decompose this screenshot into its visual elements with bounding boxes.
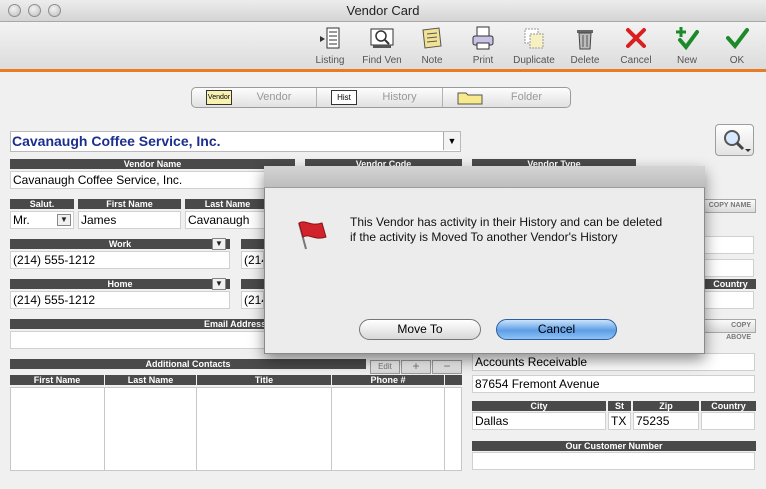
last-name-field[interactable]: Cavanaugh bbox=[185, 211, 270, 229]
cancel-toolbar-button[interactable]: Cancel bbox=[611, 24, 661, 68]
zip-header: Zip bbox=[633, 401, 699, 411]
dialog-title-bar bbox=[264, 166, 705, 188]
contacts-col-spacer bbox=[445, 375, 462, 385]
move-to-button[interactable]: Move To bbox=[359, 319, 481, 340]
dialog-message: This Vendor has activity in their Histor… bbox=[350, 215, 663, 244]
city-header: City bbox=[472, 401, 606, 411]
state-field[interactable]: TX bbox=[608, 412, 631, 430]
work-phone-field[interactable]: (214) 555-1212 bbox=[10, 251, 230, 269]
salutation-header: Salut. bbox=[10, 199, 74, 209]
right-field-1[interactable] bbox=[704, 236, 754, 254]
address-country-field[interactable] bbox=[701, 412, 755, 430]
contacts-col-phone[interactable]: Phone # bbox=[332, 375, 444, 385]
last-name-header: Last Name bbox=[185, 199, 270, 209]
home-phone-header: Home bbox=[10, 279, 230, 289]
contacts-list[interactable] bbox=[10, 387, 462, 471]
new-button[interactable]: New bbox=[662, 24, 712, 68]
note-icon bbox=[422, 27, 442, 49]
home-phone-field[interactable]: (214) 555-1212 bbox=[10, 291, 230, 309]
cancel-button[interactable]: Cancel bbox=[496, 319, 617, 340]
city-field[interactable]: Dallas bbox=[472, 412, 606, 430]
print-icon bbox=[472, 26, 494, 50]
first-name-header: First Name bbox=[78, 199, 181, 209]
duplicate-icon bbox=[524, 28, 544, 49]
tab-folder-label: Folder bbox=[510, 91, 543, 103]
tab-history[interactable]: Hist History bbox=[317, 88, 442, 107]
vendor-title: Cavanaugh Coffee Service, Inc. bbox=[12, 133, 221, 149]
remove-contact-button[interactable]: − bbox=[432, 360, 462, 374]
salutation-chevron-down-icon[interactable]: ▼ bbox=[57, 214, 71, 226]
print-button[interactable]: Print bbox=[458, 24, 508, 68]
duplicate-button[interactable]: Duplicate bbox=[509, 24, 559, 68]
state-header: St bbox=[608, 401, 631, 411]
contacts-col-divider bbox=[331, 387, 332, 471]
find-vendor-icon bbox=[370, 28, 394, 48]
contacts-col-last-name[interactable]: Last Name bbox=[105, 375, 196, 385]
tab-folder[interactable]: Folder bbox=[443, 88, 570, 107]
contacts-col-title[interactable]: Title bbox=[197, 375, 331, 385]
red-x-icon bbox=[626, 28, 646, 48]
customer-number-header: Our Customer Number bbox=[472, 441, 756, 451]
right-field-2[interactable] bbox=[704, 259, 754, 277]
tab-vendor[interactable]: Vendor Vendor bbox=[192, 88, 316, 107]
additional-contacts-header: Additional Contacts bbox=[10, 359, 366, 369]
add-contact-button[interactable]: + bbox=[401, 360, 431, 374]
home-phone2-field[interactable]: (214 bbox=[241, 291, 264, 309]
folder-icon bbox=[457, 92, 483, 105]
work-phone2-header bbox=[241, 239, 264, 249]
contacts-col-divider bbox=[196, 387, 197, 471]
green-plus-check-icon bbox=[676, 27, 699, 50]
red-flag-icon bbox=[298, 221, 327, 250]
toolbar: Listing Find Ven Note Print Duplicate De… bbox=[0, 22, 766, 69]
vendor-name-header: Vendor Name bbox=[10, 159, 295, 169]
country-header: Country bbox=[705, 279, 756, 289]
ok-button[interactable]: OK bbox=[712, 24, 762, 68]
chevron-down-icon[interactable]: ▼ bbox=[443, 132, 460, 150]
work-phone2-field[interactable]: (214 bbox=[241, 251, 264, 269]
delete-button[interactable]: Delete bbox=[560, 24, 610, 68]
magnifier-icon bbox=[724, 130, 751, 152]
listing-button[interactable]: Listing bbox=[305, 24, 355, 68]
alert-dialog bbox=[264, 166, 705, 354]
vendor-tab-icon: Vendor bbox=[206, 90, 232, 105]
zip-field[interactable]: 75235 bbox=[633, 412, 699, 430]
work-phone-header: Work bbox=[10, 239, 230, 249]
tab-strip: Vendor Vendor Hist History Folder bbox=[191, 87, 571, 108]
copy-above-button[interactable]: Copy Above bbox=[704, 319, 756, 341]
address-country-header: Country bbox=[701, 401, 756, 411]
history-tab-icon: Hist bbox=[331, 90, 357, 105]
address-line-1[interactable]: Accounts Receivable bbox=[472, 353, 755, 371]
edit-contact-button[interactable]: Edit bbox=[370, 360, 400, 374]
home-phone2-header bbox=[241, 279, 264, 289]
contacts-scrollbar-divider bbox=[444, 387, 445, 471]
green-check-icon bbox=[726, 28, 749, 50]
listing-icon bbox=[320, 27, 340, 49]
search-popup-button[interactable] bbox=[715, 124, 754, 156]
note-button[interactable]: Note bbox=[407, 24, 457, 68]
address-line-2[interactable]: 87654 Fremont Avenue bbox=[472, 375, 755, 393]
customer-number-field[interactable] bbox=[472, 452, 755, 470]
vendor-name-field[interactable]: Cavanaugh Coffee Service, Inc. bbox=[10, 171, 295, 189]
tab-vendor-label: Vendor bbox=[256, 91, 292, 103]
find-vendor-button[interactable]: Find Ven bbox=[357, 24, 407, 68]
work-phone-type-chevron-down-icon[interactable]: ▼ bbox=[212, 238, 226, 250]
copy-name-button[interactable]: Copy Name bbox=[704, 199, 756, 213]
contacts-col-first-name[interactable]: First Name bbox=[10, 375, 104, 385]
ok-label: OK bbox=[729, 55, 745, 66]
tab-history-label: History bbox=[382, 91, 417, 103]
window-title: Vendor Card bbox=[346, 3, 420, 18]
country-field[interactable] bbox=[704, 291, 754, 309]
window-title-bar: Vendor Card bbox=[0, 0, 766, 22]
contacts-col-divider bbox=[104, 387, 105, 471]
trash-icon bbox=[577, 30, 593, 50]
home-phone-type-chevron-down-icon[interactable]: ▼ bbox=[212, 278, 226, 290]
first-name-field[interactable]: James bbox=[78, 211, 181, 229]
